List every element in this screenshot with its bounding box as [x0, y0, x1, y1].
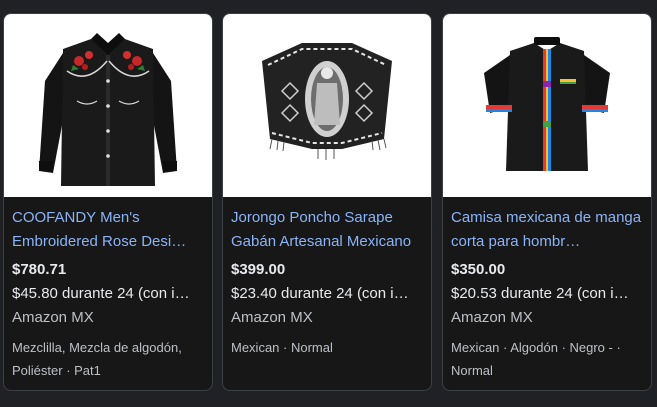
product-title-link[interactable]: Jorongo Poncho Sarape Gabán Artesanal Me… — [231, 206, 423, 254]
product-image[interactable] — [4, 14, 212, 197]
product-image[interactable] — [443, 14, 651, 197]
product-price: $350.00 — [451, 261, 506, 278]
product-merchant: Amazon MX — [231, 309, 313, 326]
product-card[interactable]: COOFANDY Men's Embroidered Rose Desi… $7… — [3, 13, 213, 391]
product-merchant: Amazon MX — [12, 309, 94, 326]
product-installment: $23.40 durante 24 (con i… — [231, 285, 409, 302]
product-merchant: Amazon MX — [451, 309, 533, 326]
product-tags: Mexican · Algodón · Negro - · Normal — [451, 340, 621, 378]
mexican-short-sleeve-shirt-icon — [484, 36, 610, 171]
product-price: $399.00 — [231, 261, 286, 278]
product-card[interactable]: Camisa mexicana de manga corta para homb… — [442, 13, 652, 391]
poncho-sarape-icon — [262, 42, 392, 160]
product-card[interactable]: Jorongo Poncho Sarape Gabán Artesanal Me… — [222, 13, 432, 391]
product-tags: Mezclilla, Mezcla de algodón, Poliéster … — [12, 340, 182, 378]
embroidered-western-shirt-icon — [39, 32, 177, 186]
product-tags: Mexican · Normal — [231, 340, 333, 355]
product-results-grid: COOFANDY Men's Embroidered Rose Desi… $7… — [0, 0, 657, 407]
product-title-link[interactable]: Camisa mexicana de manga corta para homb… — [451, 206, 643, 254]
product-title-link[interactable]: COOFANDY Men's Embroidered Rose Desi… — [12, 206, 204, 254]
product-price: $780.71 — [12, 261, 67, 278]
product-installment: $45.80 durante 24 (con i… — [12, 285, 190, 302]
product-installment: $20.53 durante 24 (con i… — [451, 285, 629, 302]
product-image[interactable] — [223, 14, 431, 197]
